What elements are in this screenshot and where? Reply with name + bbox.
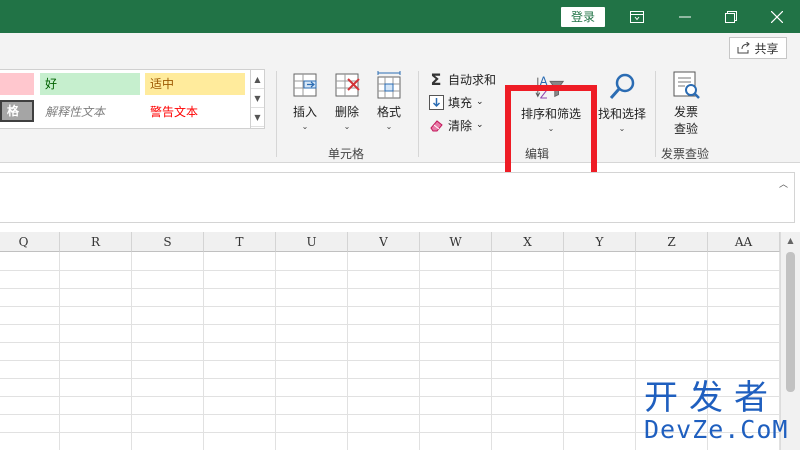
chevron-down-icon: ⌄ [476, 97, 484, 107]
eraser-icon [428, 117, 444, 133]
find-select-button[interactable]: 找和选择 ⌄ [594, 69, 650, 133]
delete-button[interactable]: 删除 ⌄ [330, 69, 364, 131]
chevron-down-icon: ⌄ [343, 122, 351, 131]
share-button[interactable]: 共享 [729, 37, 787, 59]
watermark-latin: DevZe.CoM [644, 415, 789, 444]
delete-label: 删除 [334, 105, 359, 119]
autosum-button[interactable]: Σ 自动求和 [428, 69, 496, 89]
column-gridline [347, 252, 348, 450]
ribbon: 共享 好 适中 格 解释性文本 警告文本 ▲ ▼ ▼ 插入 ⌄ 删除 ⌄ 格式 … [0, 33, 800, 194]
ribbon-display-options-button[interactable] [614, 0, 660, 33]
find-select-label: 找和选择 [597, 107, 646, 121]
insert-button[interactable]: 插入 ⌄ [288, 69, 322, 131]
column-header-r[interactable]: R [60, 232, 132, 252]
close-button[interactable] [754, 0, 800, 33]
style-good[interactable]: 好 [40, 73, 140, 95]
column-header-z[interactable]: Z [636, 232, 708, 252]
invoice-group-label: 发票查验 [661, 147, 710, 161]
gallery-scroll: ▲ ▼ ▼ [250, 70, 264, 128]
minimize-button[interactable] [662, 0, 708, 33]
column-header-w[interactable]: W [420, 232, 492, 252]
column-gridline [275, 252, 276, 450]
invoice-check-icon [673, 71, 700, 99]
column-header-u[interactable]: U [276, 232, 348, 252]
column-gridline [131, 252, 132, 450]
gallery-more-button[interactable]: ▼ [251, 108, 264, 127]
insert-cells-icon [293, 73, 317, 97]
formula-bar[interactable]: ︿ [0, 172, 795, 223]
chevron-down-icon: ⌄ [476, 120, 484, 130]
row-gridline [0, 342, 780, 343]
column-header-v[interactable]: V [348, 232, 420, 252]
row-gridline [0, 306, 780, 307]
column-gridline [203, 252, 204, 450]
fill-button[interactable]: 填充 ⌄ [428, 92, 484, 112]
style-check-cell[interactable]: 格 [0, 100, 34, 122]
cells-group-label: 单元格 [328, 147, 365, 161]
highlight-box [505, 85, 597, 178]
column-header-s[interactable]: S [132, 232, 204, 252]
row-gridline [0, 360, 780, 361]
column-gridline [491, 252, 492, 450]
style-warning-text[interactable]: 警告文本 [145, 101, 245, 123]
watermark-chinese: 开发者 [644, 378, 779, 418]
row-gridline [0, 288, 780, 289]
minimize-icon [679, 16, 691, 17]
group-separator [276, 71, 277, 157]
column-header-x[interactable]: X [492, 232, 564, 252]
style-bad[interactable] [0, 73, 34, 95]
group-separator [418, 71, 419, 157]
chevron-up-icon[interactable]: ︿ [779, 177, 788, 190]
column-header-q[interactable]: Q [0, 232, 60, 252]
chevron-down-icon: ▼ [254, 93, 261, 103]
chevron-down-icon: ⌄ [301, 122, 309, 131]
style-neutral[interactable]: 适中 [145, 73, 245, 95]
restore-icon [725, 10, 737, 23]
insert-label: 插入 [292, 105, 317, 119]
format-label: 格式 [376, 105, 401, 119]
column-gridline [419, 252, 420, 450]
magnifier-icon [609, 73, 635, 99]
format-button[interactable]: 格式 ⌄ [372, 69, 406, 131]
clear-label: 清除 [448, 118, 473, 133]
fill-down-icon [428, 94, 444, 110]
column-header-aa[interactable]: AA [708, 232, 780, 252]
invoice-button-line2: 查验 [673, 122, 698, 136]
chevron-up-icon: ▲ [254, 74, 261, 84]
row-gridline [0, 324, 780, 325]
share-icon [737, 42, 751, 54]
autosum-label: 自动求和 [448, 72, 497, 87]
chevron-down-icon: ⌄ [385, 122, 393, 131]
scroll-thumb[interactable] [786, 252, 795, 392]
ribbon-display-icon [630, 10, 644, 23]
row-gridline [0, 270, 780, 271]
column-gridline [635, 252, 636, 450]
restore-button[interactable] [708, 0, 754, 33]
column-header-t[interactable]: T [204, 232, 276, 252]
clear-button[interactable]: 清除 ⌄ [428, 115, 484, 135]
chevron-down-icon: ⌄ [618, 124, 626, 133]
expand-more-icon: ▼ [254, 112, 261, 122]
title-bar: 登录 [0, 0, 800, 33]
column-gridline [563, 252, 564, 450]
sigma-icon: Σ [430, 69, 442, 89]
fill-label: 填充 [448, 95, 473, 110]
invoice-check-button[interactable]: 发票 查验 [665, 69, 707, 137]
gallery-down-button[interactable]: ▼ [251, 89, 264, 108]
gallery-up-button[interactable]: ▲ [251, 70, 264, 89]
style-explanatory-text[interactable]: 解释性文本 [40, 101, 140, 123]
login-button[interactable]: 登录 [561, 7, 605, 27]
cell-styles-gallery[interactable]: 好 适中 格 解释性文本 警告文本 ▲ ▼ ▼ [0, 69, 265, 129]
scroll-up-icon[interactable]: ▲ [781, 236, 800, 245]
column-gridline [59, 252, 60, 450]
close-icon [771, 10, 783, 23]
share-label: 共享 [754, 41, 779, 56]
delete-cells-icon [335, 73, 360, 97]
column-header-y[interactable]: Y [564, 232, 636, 252]
group-separator [655, 71, 656, 157]
format-cells-icon [377, 71, 401, 99]
invoice-button-line1: 发票 [673, 105, 698, 119]
watermark: 开发者 DevZe.CoM [640, 380, 795, 446]
